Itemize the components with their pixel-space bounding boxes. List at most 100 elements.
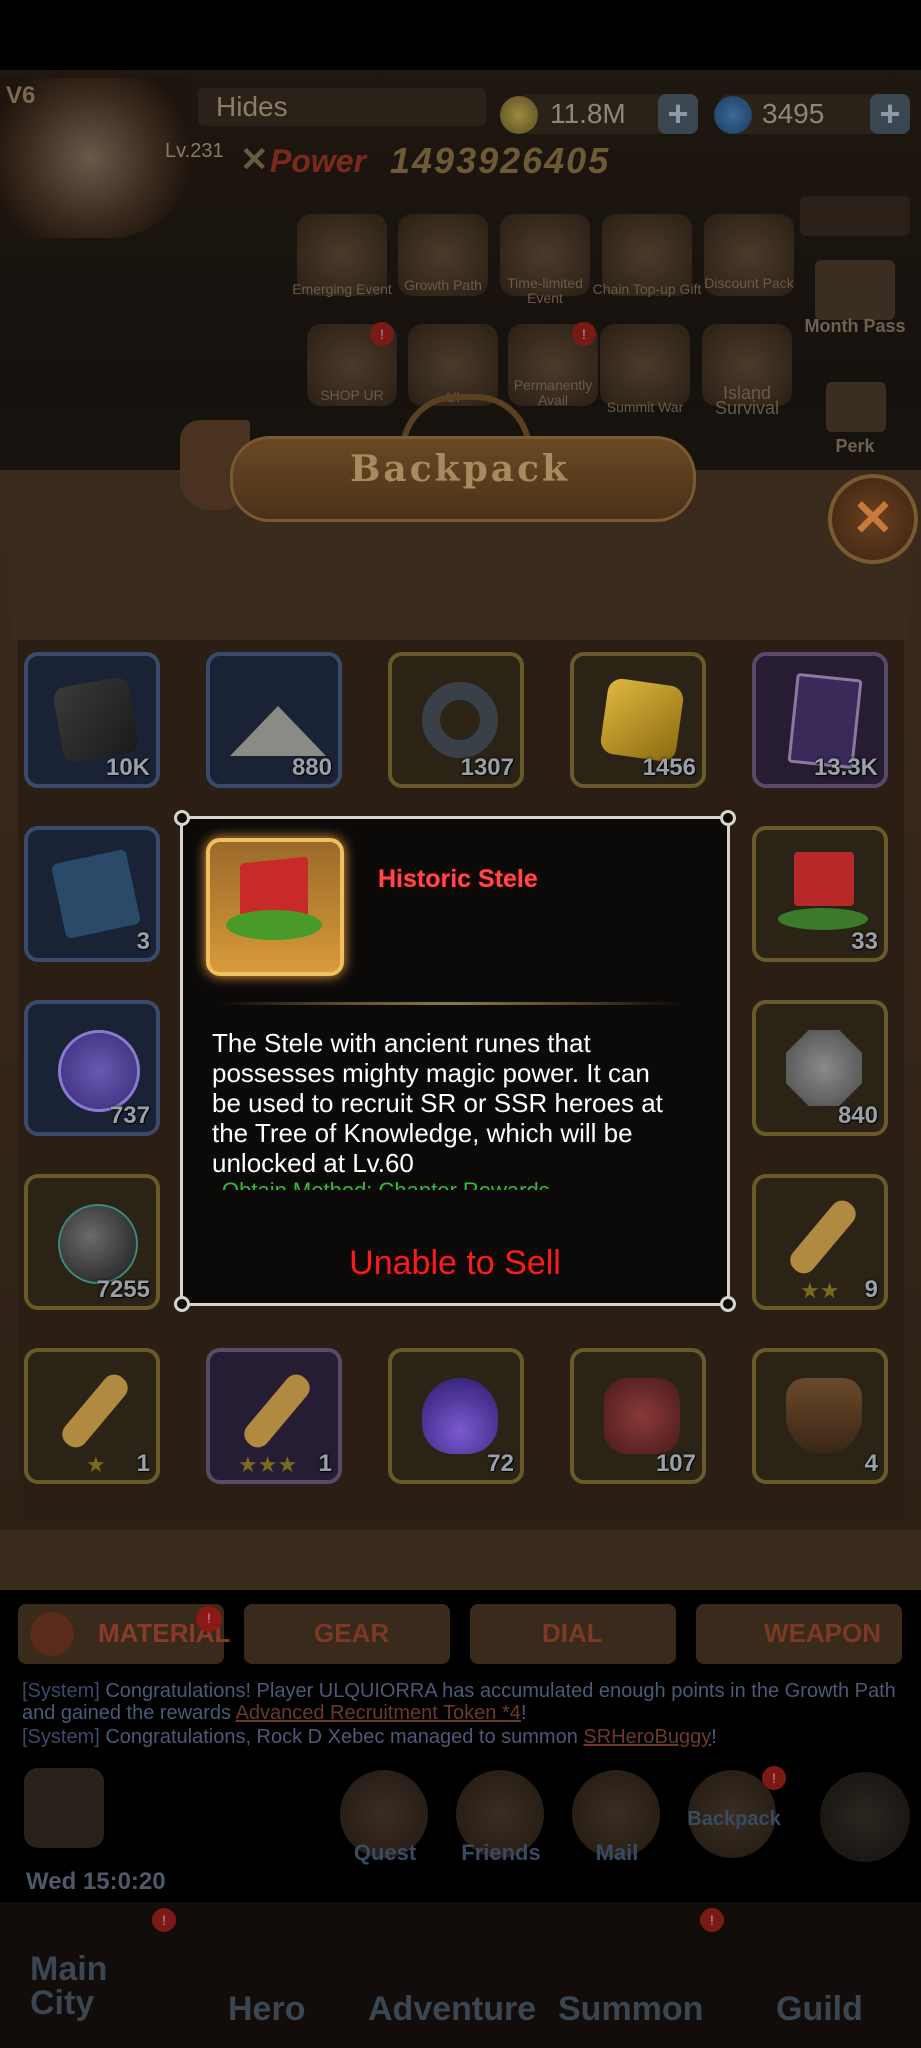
- item-quantity: 3: [136, 928, 150, 955]
- nav-summon[interactable]: Summon: [558, 1990, 703, 2029]
- flame-icon: [422, 1378, 498, 1454]
- notification-dot: !: [700, 1908, 724, 1932]
- item-quantity: 7255: [96, 1276, 150, 1303]
- item-slot[interactable]: 737: [24, 1000, 160, 1136]
- star-icon: ★: [86, 1452, 106, 1477]
- grass-base: [778, 908, 868, 930]
- item-slot[interactable]: 13.3K: [752, 652, 888, 788]
- tooltip-description: The Stele with ancient runes that posses…: [212, 1028, 663, 1178]
- item-slot[interactable]: 840: [752, 1000, 888, 1136]
- nav-adventure[interactable]: Adventure: [368, 1990, 536, 2029]
- tab-label: GEAR: [314, 1618, 390, 1648]
- crown-icon[interactable]: [826, 382, 886, 432]
- friends-label: Friends: [461, 1840, 541, 1865]
- ship-icon: [786, 1378, 862, 1454]
- crossed-swords-icon: ✕: [240, 141, 269, 179]
- star-icon: ★★★: [238, 1452, 298, 1477]
- item-quantity: 72: [487, 1450, 514, 1477]
- item-quantity: 10K: [105, 754, 150, 781]
- panel-header-area: [10, 520, 910, 640]
- chat-line: [System] Congratulations, Rock D Xebec m…: [22, 1726, 717, 1748]
- item-slot[interactable]: 1307: [388, 652, 524, 788]
- tooltip-divider: [220, 1002, 680, 1005]
- item-slot[interactable]: 880: [206, 652, 342, 788]
- gem-icon: [714, 96, 752, 134]
- power-label: Power: [270, 143, 367, 179]
- key-icon: [785, 1195, 861, 1279]
- material-tab-icon: [30, 1612, 74, 1656]
- gold-coin-icon: [500, 96, 538, 134]
- side-bar: [800, 196, 910, 236]
- tooltip-obtain-method: Obtain Method: Chapter Rewards: [222, 1178, 550, 1190]
- power-value: 1493926405: [390, 140, 611, 181]
- tab-label: WEAPON: [764, 1618, 881, 1648]
- ore-icon: [51, 675, 141, 765]
- item-slot[interactable]: ★★ 9: [752, 1174, 888, 1310]
- item-quantity: 4: [864, 1450, 878, 1477]
- item-quantity: 1: [318, 1450, 332, 1477]
- add-gem-button[interactable]: +: [870, 94, 910, 134]
- quest-label: Quest: [353, 1840, 417, 1865]
- gold-amount: 11.8M: [550, 98, 626, 129]
- clock: Wed 15:0:20: [26, 1868, 166, 1895]
- item-quantity: 880: [291, 754, 332, 781]
- item-slot[interactable]: 1456: [570, 652, 706, 788]
- panel-bottom-edge: [0, 1530, 921, 1590]
- chat-text: Congratulations, Rock D Xebec managed to…: [105, 1726, 578, 1748]
- add-gold-button[interactable]: +: [658, 94, 698, 134]
- notification-dot: !: [572, 322, 596, 346]
- key-icon: [57, 1369, 133, 1453]
- item-slot[interactable]: 4: [752, 1348, 888, 1484]
- item-quantity: 1456: [642, 754, 696, 781]
- rune-stone-icon: [786, 1030, 862, 1106]
- backpack-title: Backpack: [350, 448, 570, 490]
- event-label: Island Survival: [714, 383, 780, 418]
- month-pass-label: Month Pass: [804, 316, 906, 336]
- backpack-label: Backpack: [687, 1808, 781, 1830]
- perk-label: Perk: [835, 436, 875, 456]
- chat-icon[interactable]: [24, 1768, 104, 1848]
- event-label: Emerging Event: [292, 281, 392, 297]
- chat-line: [System] Congratulations! Player ULQUIOR…: [22, 1680, 896, 1724]
- item-slot[interactable]: ★ 1: [24, 1348, 160, 1484]
- compass-ring-icon: [422, 682, 498, 758]
- item-quantity: 1307: [460, 754, 514, 781]
- dust-pile-icon: [230, 706, 326, 756]
- coin-icon: [58, 1030, 140, 1112]
- close-button[interactable]: ✕: [828, 474, 918, 564]
- item-quantity: 9: [864, 1276, 878, 1303]
- item-slot[interactable]: 10K: [24, 652, 160, 788]
- item-slot[interactable]: 3: [24, 826, 160, 962]
- chat-link[interactable]: SRHeroBuggy: [583, 1726, 711, 1748]
- item-quantity: 1: [136, 1450, 150, 1477]
- item-slot[interactable]: 72: [388, 1348, 524, 1484]
- cannonball-icon: [58, 1204, 138, 1284]
- item-slot[interactable]: ★★★ 1: [206, 1348, 342, 1484]
- dialog-corner: [720, 810, 736, 826]
- notification-dot: !: [152, 1908, 176, 1932]
- red-ore-icon: [604, 1378, 680, 1454]
- month-pass-icon[interactable]: [815, 260, 895, 320]
- mail-label: Mail: [595, 1840, 639, 1865]
- dialog-corner: [720, 1296, 736, 1312]
- tooltip-item-name: Historic Stele: [378, 865, 538, 893]
- item-slot[interactable]: 7255: [24, 1174, 160, 1310]
- vip-badge: V6: [6, 82, 36, 109]
- nav-hero[interactable]: Hero: [228, 1990, 305, 2029]
- event-summit-war[interactable]: [600, 324, 690, 406]
- item-slot[interactable]: 107: [570, 1348, 706, 1484]
- player-level: Lv.231: [165, 140, 224, 162]
- nav-main-city[interactable]: Main City: [30, 1952, 160, 2020]
- compass-icon[interactable]: [820, 1772, 910, 1862]
- chat-link[interactable]: Advanced Recruitment Token *4: [236, 1702, 521, 1724]
- notification-dot: !: [370, 322, 394, 346]
- notification-dot: !: [762, 1766, 786, 1790]
- dialog-corner: [174, 810, 190, 826]
- event-label: Discount Pack: [704, 275, 794, 291]
- nav-guild[interactable]: Guild: [776, 1990, 863, 2029]
- star-icon: ★★: [800, 1278, 840, 1303]
- gold-crystal-icon: [599, 677, 685, 763]
- event-label: Summit War: [606, 399, 684, 415]
- item-slot[interactable]: 33: [752, 826, 888, 962]
- gem-amount: 3495: [762, 98, 825, 129]
